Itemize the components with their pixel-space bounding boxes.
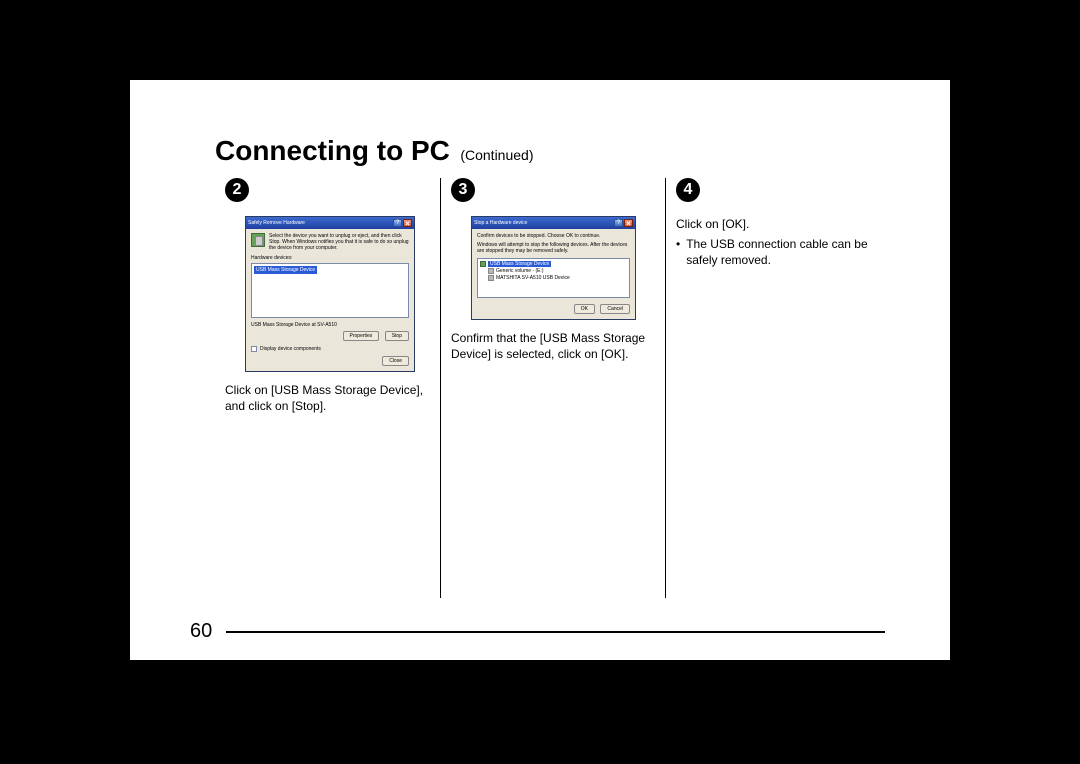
step-number-badge: 4 xyxy=(676,178,700,202)
bullet-text: The USB connection cable can be safely r… xyxy=(686,236,880,268)
stop-button[interactable]: Stop xyxy=(385,331,409,341)
properties-button[interactable]: Properties xyxy=(343,331,380,341)
page-title: Connecting to PC (Continued) xyxy=(215,135,533,167)
step-3-instruction: Confirm that the [USB Mass Storage Devic… xyxy=(451,330,655,362)
hardware-listbox[interactable]: USB Mass Storage Device xyxy=(251,263,409,318)
dialog-intro-1: Confirm devices to be stopped. Choose OK… xyxy=(477,233,630,239)
dialog-title: Stop a Hardware device xyxy=(474,220,527,226)
help-icon[interactable]: ? xyxy=(614,219,623,227)
close-icon[interactable] xyxy=(624,219,633,227)
close-icon[interactable] xyxy=(403,219,412,227)
footer-rule xyxy=(226,631,885,633)
step-2-instruction: Click on [USB Mass Storage Device], and … xyxy=(225,382,430,414)
step-4-instruction: Click on [OK]. xyxy=(676,216,880,232)
page-footer: 60 xyxy=(190,620,950,643)
title-sub: (Continued) xyxy=(460,147,533,163)
tree-item[interactable]: MATSHITA SV-A510 USB Device xyxy=(496,275,570,281)
device-tree-listbox[interactable]: USB Mass Storage Device Generic volume -… xyxy=(477,258,630,298)
dialog-titlebar: Stop a Hardware device ? xyxy=(472,217,635,229)
tree-item-selected[interactable]: USB Mass Storage Device xyxy=(488,261,551,267)
device-footer-label: USB Mass Storage Device at SV-A510 xyxy=(251,322,409,328)
title-main: Connecting to PC xyxy=(215,135,450,166)
dialog-intro-text: Select the device you want to unplug or … xyxy=(269,233,409,251)
cancel-button[interactable]: Cancel xyxy=(600,304,630,314)
step-4-bullet: • The USB connection cable can be safely… xyxy=(676,236,880,268)
step-number-badge: 3 xyxy=(451,178,475,202)
help-icon[interactable]: ? xyxy=(393,219,402,227)
steps-container: 2 Safely Remove Hardware ? Select the de… xyxy=(215,178,890,598)
dialog-title: Safely Remove Hardware xyxy=(248,220,305,226)
step-number-badge: 2 xyxy=(225,178,249,202)
volume-icon xyxy=(488,268,494,274)
dialog-titlebar: Safely Remove Hardware ? xyxy=(246,217,414,229)
step-column-2: 2 Safely Remove Hardware ? Select the de… xyxy=(215,178,440,598)
dialog-intro-2: Windows will attempt to stop the followi… xyxy=(477,242,630,254)
hardware-icon xyxy=(251,233,265,247)
tree-item[interactable]: Generic volume - (E:) xyxy=(496,268,544,274)
ok-button[interactable]: OK xyxy=(574,304,595,314)
step-column-3: 3 Stop a Hardware device ? Confirm devic… xyxy=(440,178,665,598)
list-label: Hardware devices: xyxy=(251,255,409,261)
stop-hardware-device-dialog: Stop a Hardware device ? Confirm devices… xyxy=(471,216,636,320)
list-item-selected[interactable]: USB Mass Storage Device xyxy=(254,266,317,274)
checkbox-label: Display device components xyxy=(260,346,321,352)
page-number: 60 xyxy=(190,620,212,643)
bullet-icon: • xyxy=(676,236,680,268)
disk-icon xyxy=(488,275,494,281)
safely-remove-hardware-dialog: Safely Remove Hardware ? Select the devi… xyxy=(245,216,415,372)
step-column-4: 4 Click on [OK]. • The USB connection ca… xyxy=(665,178,890,598)
manual-page: Connecting to PC (Continued) 2 Safely Re… xyxy=(130,80,950,660)
usb-device-icon xyxy=(480,261,486,267)
display-components-checkbox[interactable] xyxy=(251,346,257,352)
close-button[interactable]: Close xyxy=(382,356,409,366)
